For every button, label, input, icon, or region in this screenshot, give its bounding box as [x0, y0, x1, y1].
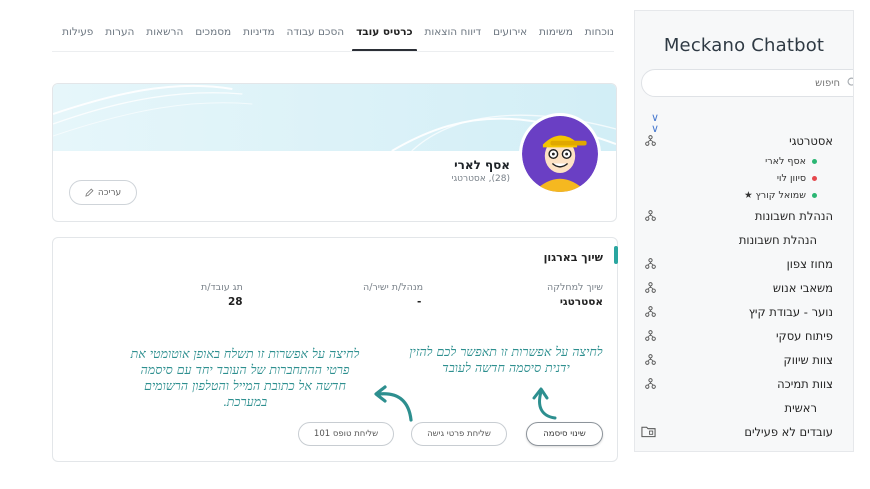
- org-tree-icon: [645, 378, 656, 389]
- profile-name: אסף לארי: [454, 158, 510, 172]
- sidebar-item-label: הנהלת חשבונות: [738, 233, 817, 247]
- sidebar-item[interactable]: צוות שיווק: [635, 348, 853, 372]
- sidebar-item[interactable]: אסטרטגי: [635, 129, 853, 153]
- sidebar-item-label: ראשית: [784, 401, 817, 415]
- sidebar-item[interactable]: הנהלת חשבונות: [635, 228, 853, 252]
- org-tree-icon: [645, 258, 656, 269]
- badge-value: 28: [228, 296, 243, 308]
- org-tree-icon: [645, 354, 656, 365]
- org-section-title: שיוך בארגון: [543, 251, 603, 264]
- search-icon: [847, 77, 853, 86]
- sidebar-item-label: צוות תמיכה: [777, 377, 833, 391]
- sidebar-item-label: פיתוח עסקי: [775, 329, 833, 343]
- manager-label: מנהל/ת ישיר/ה: [363, 282, 424, 293]
- pencil-icon: [85, 188, 94, 197]
- department-label: שיוך למחלקה: [547, 282, 603, 293]
- org-tree-icon: [645, 306, 656, 317]
- tab-item[interactable]: מסמכים: [195, 18, 231, 50]
- section-accent: [614, 246, 618, 264]
- sidebar-item[interactable]: משאבי אנוש: [635, 276, 853, 300]
- tabs-divider: [52, 51, 614, 52]
- sidebar-item-label: סיוון לוי: [776, 173, 806, 184]
- profile-subtitle: (28), אסטרטגי: [451, 174, 510, 184]
- sidebar-item-label: שמואל קורץ ★: [744, 190, 806, 201]
- sidebar-item[interactable]: צוות תמיכה: [635, 372, 853, 396]
- search-input[interactable]: [690, 77, 840, 89]
- tab-item[interactable]: כרטיס עובד: [352, 18, 418, 52]
- arrow-icon: [532, 387, 557, 420]
- sidebar-title: Meckano Chatbot: [663, 35, 825, 56]
- profile-card: אסף לארי (28), אסטרטגי עריכה: [52, 83, 617, 222]
- send-form-101-button[interactable]: שליחת טופס 101: [298, 422, 394, 446]
- sidebar-employee-item[interactable]: שמואל קורץ ★: [635, 187, 853, 204]
- org-tree-icon: [645, 330, 656, 341]
- tab-item[interactable]: נוכחות: [585, 18, 614, 50]
- sidebar-item[interactable]: ראשית: [635, 396, 853, 420]
- sidebar-item-label: אסף לארי: [765, 156, 806, 167]
- sidebar-item[interactable]: נוער - עבודת קיץ: [635, 300, 853, 324]
- tab-item[interactable]: הסכם עבודה: [287, 18, 345, 50]
- sidebar-item-label: צוות שיווק: [783, 353, 833, 367]
- org-tree-icon: [645, 210, 656, 221]
- tab-item[interactable]: דיווח הוצאות: [424, 18, 481, 50]
- folder-icon: [641, 426, 656, 438]
- tab-item[interactable]: פעילות: [62, 18, 93, 50]
- tab-item[interactable]: הערות: [105, 18, 134, 50]
- manager-value: -: [417, 296, 422, 308]
- avatar: [519, 113, 601, 195]
- annotation-send-access: לחיצה על אפשרות זו תשלח באופן אוטומטי את…: [130, 346, 360, 409]
- sidebar: Meckano Chatbot ∨∨ אסטרטגיאסף לאריסיוון …: [634, 10, 854, 452]
- sidebar-item-label: הנהלת חשבונות: [754, 209, 833, 223]
- sidebar-item[interactable]: מחוז צפון: [635, 252, 853, 276]
- sidebar-employee-item[interactable]: סיוון לוי: [635, 170, 853, 187]
- arrow-icon: [374, 385, 413, 422]
- sidebar-item[interactable]: עובדים לא פעילים: [635, 420, 853, 444]
- sidebar-item-label: מחוז צפון: [786, 257, 833, 271]
- employee-tabs: נוכחות משימות אירועים דיווח הוצאות כרטיס עוב…: [62, 18, 614, 52]
- sidebar-item[interactable]: פיתוח עסקי: [635, 324, 853, 348]
- edit-label: עריכה: [97, 187, 122, 198]
- edit-button[interactable]: עריכה: [69, 180, 137, 205]
- org-tree-icon: [645, 135, 656, 146]
- sidebar-item-label: עובדים לא פעילים: [744, 425, 833, 439]
- status-dot: [812, 159, 817, 164]
- sidebar-search[interactable]: [641, 69, 853, 97]
- sidebar-item[interactable]: הנהלת חשבונות: [635, 204, 853, 228]
- org-tree-icon: [645, 282, 656, 293]
- send-access-details-button[interactable]: שליחת פרטי גישה: [411, 422, 507, 446]
- status-dot: [812, 193, 817, 198]
- tab-item[interactable]: אירועים: [493, 18, 527, 50]
- sidebar-tree: אסטרטגי אסף לארי סיוון לוי שמואל קורץ ★ הנהל…: [635, 129, 853, 444]
- department-value: אסטרטגי: [559, 296, 603, 308]
- org-assignment-card: שיוך בארגון שיוך למחלקה אסטרטגי מנהל/ת י…: [52, 237, 618, 462]
- sidebar-item-label: נוער - עבודת קיץ: [748, 305, 833, 319]
- sidebar-employee-item[interactable]: אסף לארי: [635, 153, 853, 170]
- change-password-button[interactable]: שינוי סיסמה: [526, 422, 603, 446]
- status-dot: [812, 176, 817, 181]
- annotation-change-password: לחיצה על אפשרות זו תאפשר לכם להזין ידנית…: [409, 344, 603, 375]
- tab-item[interactable]: הרשאות: [146, 18, 183, 50]
- tab-item[interactable]: משימות: [539, 18, 573, 50]
- sidebar-item-label: משאבי אנוש: [772, 281, 833, 295]
- tab-item[interactable]: מדיניות: [243, 18, 275, 50]
- badge-label: תג עובד/ת: [201, 282, 243, 293]
- sidebar-item-label: אסטרטגי: [789, 134, 833, 148]
